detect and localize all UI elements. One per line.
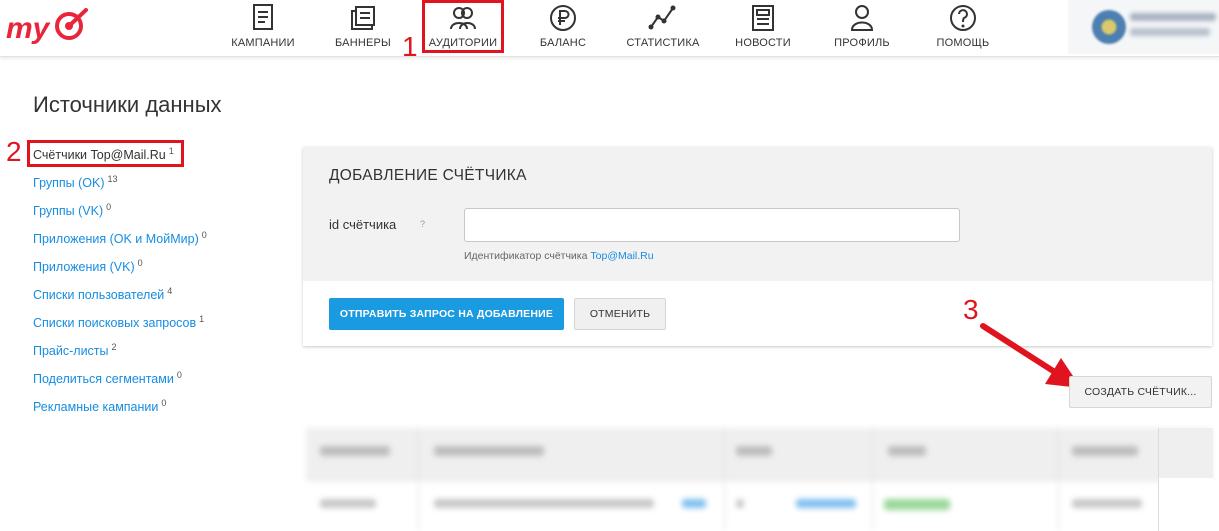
table-header-cell bbox=[736, 446, 772, 456]
nav-statistics-label: СТАТИСТИКА bbox=[626, 37, 700, 49]
counter-id-label: id счётчика bbox=[329, 217, 397, 232]
annotation-number-2: 2 bbox=[6, 136, 22, 167]
table-side-header bbox=[1159, 428, 1213, 478]
create-counter-button[interactable]: СОЗДАТЬ СЧЁТЧИК... bbox=[1069, 376, 1212, 408]
ruble-icon bbox=[550, 5, 576, 31]
column-divider bbox=[418, 428, 419, 531]
nav-balance[interactable]: БАЛАНС bbox=[538, 0, 588, 56]
sidebar-item-vk-apps[interactable]: Приложения (VK) 0 bbox=[33, 258, 207, 286]
sidebar-item-label: Прайс-листы bbox=[33, 344, 109, 359]
sidebar-item-ad-campaigns[interactable]: Рекламные кампании 0 bbox=[33, 398, 207, 426]
avatar bbox=[1092, 10, 1126, 44]
sidebar-item-search-query-lists[interactable]: Списки поисковых запросов 1 bbox=[33, 314, 207, 342]
profile-icon bbox=[850, 5, 874, 31]
table-cell-link[interactable] bbox=[796, 499, 856, 508]
form-title: ДОБАВЛЕНИЕ СЧЁТЧИКА bbox=[329, 167, 527, 184]
sidebar-item-label: Списки пользователей bbox=[33, 288, 165, 303]
nav-profile-label: ПРОФИЛЬ bbox=[834, 37, 890, 49]
table-cell bbox=[434, 499, 654, 508]
nav-news-label: НОВОСТИ bbox=[735, 37, 791, 49]
mytarget-logo[interactable]: my bbox=[4, 4, 88, 48]
sidebar-item-label: Приложения (VK) bbox=[33, 260, 135, 275]
sidebar-item-count: 0 bbox=[137, 258, 143, 268]
sidebar-item-label: Группы (VK) bbox=[33, 204, 104, 219]
nav-statistics[interactable]: СТАТИСТИКА bbox=[625, 0, 701, 56]
table-cell bbox=[736, 499, 744, 508]
sidebar-item-label: Приложения (OK и МойМир) bbox=[33, 232, 199, 247]
svg-text:my: my bbox=[6, 12, 51, 45]
submit-request-button[interactable]: ОТПРАВИТЬ ЗАПРОС НА ДОБАВЛЕНИЕ bbox=[329, 298, 564, 330]
sidebar-item-price-lists[interactable]: Прайс-листы 2 bbox=[33, 342, 207, 370]
sidebar-item-count: 0 bbox=[201, 230, 207, 240]
nav-help[interactable]: ПОМОЩЬ bbox=[932, 0, 994, 56]
sidebar-item-count: 0 bbox=[161, 398, 167, 408]
user-name-blurred bbox=[1130, 13, 1216, 21]
counter-id-input[interactable] bbox=[464, 208, 960, 242]
add-counter-form-body: ДОБАВЛЕНИЕ СЧЁТЧИКА id счётчика ? Иденти… bbox=[303, 147, 1212, 281]
user-account-area[interactable] bbox=[1068, 0, 1219, 54]
sidebar-item-count: 2 bbox=[111, 342, 117, 352]
sidebar-item-ok-groups[interactable]: Группы (OK) 13 bbox=[33, 174, 207, 202]
table-header bbox=[306, 428, 1212, 480]
nav-campaigns[interactable]: КАМПАНИИ bbox=[230, 0, 296, 56]
nav-balance-label: БАЛАНС bbox=[539, 37, 587, 49]
annotation-highlight-audiences bbox=[422, 0, 504, 53]
top-navigation-bar: my КАМПАНИИ БАННЕРЫ АУДИТОРИИ БАЛАНС СТА… bbox=[0, 0, 1219, 57]
news-icon bbox=[752, 5, 774, 31]
counters-table-blurred bbox=[306, 428, 1212, 531]
table-header-cell bbox=[434, 446, 544, 456]
column-divider bbox=[724, 428, 725, 531]
counter-id-hint: Идентификатор счётчика Top@Mail.Ru bbox=[464, 250, 654, 262]
sidebar-item-count: 1 bbox=[168, 146, 174, 156]
sidebar-item-label: Счётчики Top@Mail.Ru bbox=[33, 148, 166, 163]
help-icon bbox=[950, 5, 976, 31]
sidebar-item-ok-mymir-apps[interactable]: Приложения (OK и МойМир) 0 bbox=[33, 230, 207, 258]
nav-banners-label: БАННЕРЫ bbox=[334, 37, 391, 49]
campaigns-icon bbox=[253, 4, 273, 30]
banners-icon bbox=[351, 6, 375, 30]
hint-text: Идентификатор счётчика bbox=[464, 250, 591, 262]
nav-profile[interactable]: ПРОФИЛЬ bbox=[832, 0, 892, 56]
sidebar-item-count: 0 bbox=[106, 202, 112, 212]
table-side-column bbox=[1158, 428, 1213, 531]
topmail-link[interactable]: Top@Mail.Ru bbox=[590, 250, 653, 262]
data-sources-sidebar: Счётчики Top@Mail.Ru 1 Группы (OK) 13 Груп… bbox=[33, 146, 207, 426]
table-row[interactable] bbox=[306, 480, 1212, 531]
sidebar-item-count: 4 bbox=[167, 286, 173, 296]
table-header-cell bbox=[320, 446, 390, 456]
table-header-cell bbox=[888, 446, 926, 456]
nav-help-label: ПОМОЩЬ bbox=[936, 37, 990, 49]
column-divider bbox=[1058, 428, 1059, 531]
sidebar-item-vk-groups[interactable]: Группы (VK) 0 bbox=[33, 202, 207, 230]
sidebar-item-topmail-counters[interactable]: Счётчики Top@Mail.Ru 1 bbox=[33, 146, 207, 174]
sidebar-item-count: 1 bbox=[199, 314, 205, 324]
sidebar-item-count: 0 bbox=[176, 370, 182, 380]
sidebar-item-user-lists[interactable]: Списки пользователей 4 bbox=[33, 286, 207, 314]
table-cell bbox=[1072, 499, 1142, 508]
status-badge bbox=[884, 499, 950, 510]
table-cell-link[interactable] bbox=[682, 499, 706, 508]
nav-campaigns-label: КАМПАНИИ bbox=[231, 37, 295, 49]
help-tooltip-icon[interactable]: ? bbox=[420, 219, 425, 229]
sidebar-item-label: Рекламные кампании bbox=[33, 400, 159, 415]
column-divider bbox=[872, 428, 873, 531]
sidebar-item-label: Поделиться сегментами bbox=[33, 372, 174, 387]
user-id-blurred bbox=[1130, 28, 1210, 36]
sidebar-item-count: 13 bbox=[107, 174, 118, 184]
add-counter-form: ДОБАВЛЕНИЕ СЧЁТЧИКА id счётчика ? Иденти… bbox=[303, 147, 1212, 346]
table-header-cell bbox=[1072, 446, 1138, 456]
annotation-number-1: 1 bbox=[402, 31, 418, 62]
nav-banners[interactable]: БАННЕРЫ bbox=[334, 0, 392, 56]
page-title: Источники данных bbox=[33, 92, 222, 117]
nav-news[interactable]: НОВОСТИ bbox=[734, 0, 792, 56]
sidebar-item-label: Группы (OK) bbox=[33, 176, 105, 191]
cancel-button[interactable]: ОТМЕНИТЬ bbox=[574, 298, 666, 330]
table-cell bbox=[320, 499, 376, 508]
sidebar-item-label: Списки поисковых запросов bbox=[33, 316, 197, 331]
sidebar-item-share-segments[interactable]: Поделиться сегментами 0 bbox=[33, 370, 207, 398]
statistics-icon bbox=[648, 5, 676, 30]
